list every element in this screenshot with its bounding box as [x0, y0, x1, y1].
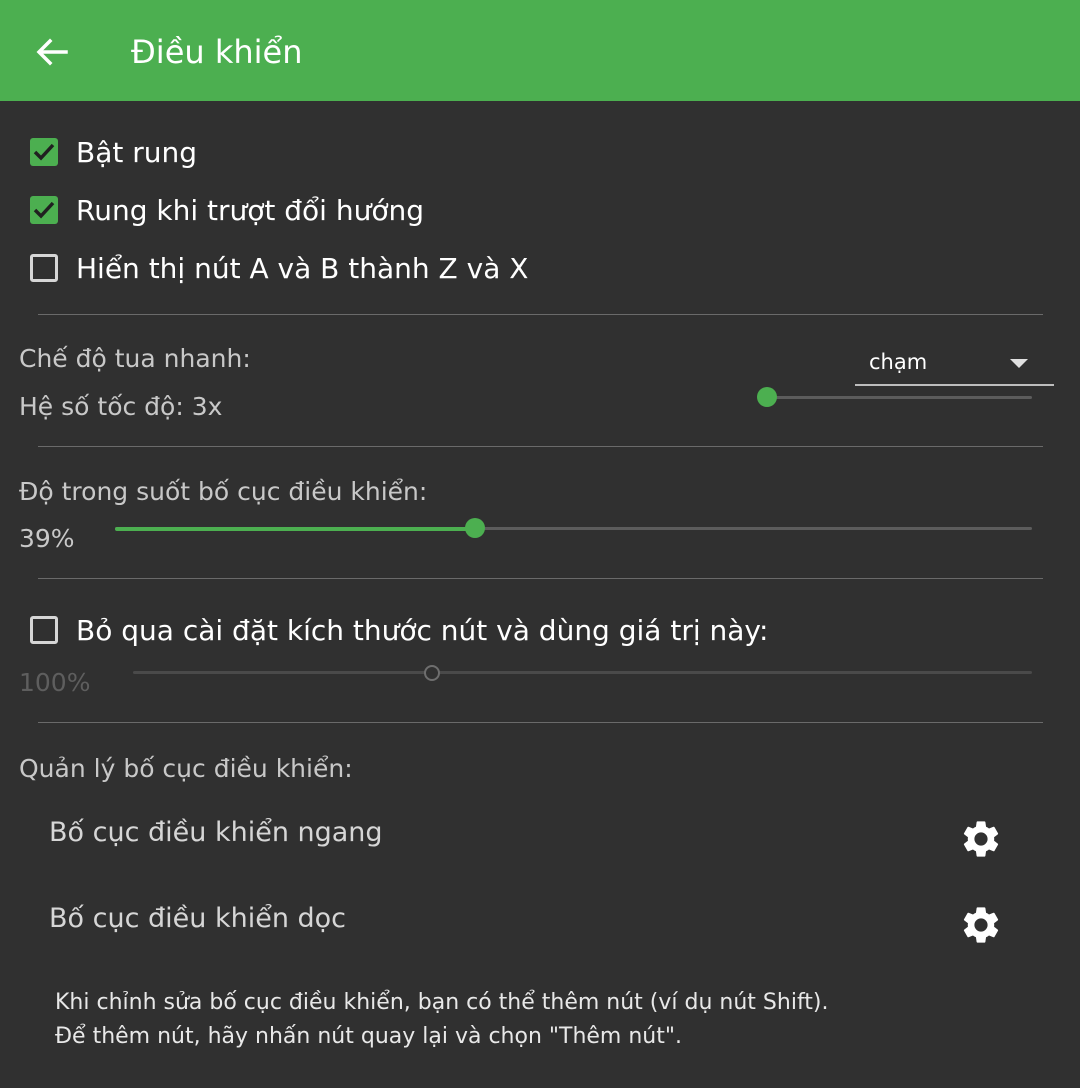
ab-as-zx-label: Hiển thị nút A và B thành Z và X	[76, 251, 529, 285]
layout-note-line1: Khi chỉnh sửa bố cục điều khiển, bạn có …	[55, 990, 829, 1015]
button-size-override-label: Bỏ qua cài đặt kích thước nút và dùng gi…	[76, 613, 769, 647]
gear-icon[interactable]	[959, 903, 1003, 947]
page-title: Điều khiển	[131, 33, 303, 71]
swipe-vibration-label: Rung khi trượt đổi hướng	[76, 193, 424, 227]
opacity-slider-thumb[interactable]	[465, 518, 485, 538]
back-button[interactable]	[22, 22, 82, 82]
divider	[38, 578, 1043, 579]
horizontal-layout-item[interactable]: Bố cục điều khiển ngang	[30, 797, 1040, 877]
check-icon	[33, 201, 55, 219]
layout-note-line2: Để thêm nút, hãy nhấn nút quay lại và ch…	[55, 1024, 682, 1049]
gear-icon[interactable]	[959, 817, 1003, 861]
speed-factor-label: Hệ số tốc độ: 3x	[19, 392, 223, 421]
ab-as-zx-checkbox-row[interactable]: Hiển thị nút A và B thành Z và X	[30, 243, 528, 293]
swipe-vibration-checkbox[interactable]	[30, 196, 58, 224]
vertical-layout-label: Bố cục điều khiển dọc	[49, 903, 347, 934]
check-icon	[33, 143, 55, 161]
vibration-checkbox[interactable]	[30, 138, 58, 166]
layout-management-heading: Quản lý bố cục điều khiển:	[19, 754, 353, 783]
fast-forward-mode-label: Chế độ tua nhanh:	[19, 344, 251, 373]
dropdown-arrow-icon	[1010, 359, 1028, 368]
divider	[38, 314, 1043, 315]
speed-slider-track[interactable]	[767, 396, 1032, 399]
opacity-slider-fill	[115, 527, 475, 531]
ab-as-zx-checkbox[interactable]	[30, 254, 58, 282]
divider	[38, 722, 1043, 723]
speed-slider-thumb[interactable]	[757, 387, 777, 407]
button-size-slider-track[interactable]	[133, 671, 1032, 674]
button-size-override-checkbox[interactable]	[30, 616, 58, 644]
fast-forward-mode-dropdown[interactable]: chạm	[855, 342, 1054, 386]
fast-forward-mode-value: chạm	[869, 350, 928, 374]
button-size-override-row[interactable]: Bỏ qua cài đặt kích thước nút và dùng gi…	[30, 605, 768, 655]
swipe-vibration-checkbox-row[interactable]: Rung khi trượt đổi hướng	[30, 185, 424, 235]
vibration-checkbox-row[interactable]: Bật rung	[30, 127, 197, 177]
vibration-label: Bật rung	[76, 135, 198, 169]
arrow-left-icon	[36, 38, 68, 66]
opacity-label: Độ trong suốt bố cục điều khiển:	[19, 477, 428, 506]
app-bar: Điều khiển	[0, 0, 1080, 101]
horizontal-layout-label: Bố cục điều khiển ngang	[49, 817, 383, 848]
vertical-layout-item[interactable]: Bố cục điều khiển dọc	[30, 883, 1040, 963]
opacity-value: 39%	[19, 524, 75, 553]
button-size-value: 100%	[19, 668, 91, 697]
button-size-slider-thumb[interactable]	[424, 665, 440, 681]
divider	[38, 446, 1043, 447]
